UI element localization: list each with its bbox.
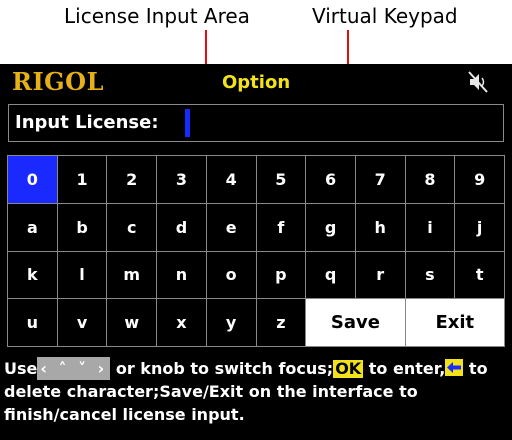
key-o[interactable]: o <box>206 251 256 299</box>
key-f[interactable]: f <box>256 203 306 251</box>
key-d[interactable]: d <box>157 203 206 251</box>
key-n[interactable]: n <box>157 251 206 299</box>
key-c[interactable]: c <box>107 203 157 251</box>
license-input-area-callout: License Input Area <box>64 4 250 28</box>
key-4[interactable]: 4 <box>206 156 256 203</box>
key-m[interactable]: m <box>107 251 157 299</box>
key-t[interactable]: t <box>455 251 504 299</box>
key-3[interactable]: 3 <box>157 156 206 203</box>
exit-button[interactable]: Exit <box>405 299 504 346</box>
help-focus-text: or knob to switch focus; <box>110 359 334 378</box>
help-text: Use ‹ ˄ ˅ › or knob to switch focus; OK to… <box>4 357 510 426</box>
license-label: Input License: <box>15 112 159 133</box>
help-use-text: Use <box>4 359 38 378</box>
key-q[interactable]: q <box>306 251 355 299</box>
key-7[interactable]: 7 <box>355 156 405 203</box>
key-1[interactable]: 1 <box>57 156 107 203</box>
backspace-key-icon <box>445 359 464 376</box>
key-g[interactable]: g <box>306 203 355 251</box>
key-x[interactable]: x <box>157 299 206 346</box>
instrument-screen: RIGOL Option Input License: 0 1 2 3 4 5 … <box>0 64 512 440</box>
menu-title: Option <box>222 72 291 93</box>
key-w[interactable]: w <box>107 299 157 346</box>
virtual-keypad-callout: Virtual Keypad <box>312 4 458 28</box>
key-6[interactable]: 6 <box>306 156 355 203</box>
key-r[interactable]: r <box>355 251 405 299</box>
key-e[interactable]: e <box>206 203 256 251</box>
help-enter-text: to enter, <box>363 359 446 378</box>
key-i[interactable]: i <box>405 203 455 251</box>
key-v[interactable]: v <box>57 299 107 346</box>
direction-keys-icon: ‹ ˄ ˅ › <box>37 357 111 380</box>
key-p[interactable]: p <box>256 251 306 299</box>
key-2[interactable]: 2 <box>107 156 157 203</box>
key-j[interactable]: j <box>455 203 504 251</box>
key-9[interactable]: 9 <box>455 156 504 203</box>
virtual-keypad: 0 1 2 3 4 5 6 7 8 9 a b c d e f g h i j … <box>7 155 505 347</box>
key-5[interactable]: 5 <box>256 156 306 203</box>
title-bar: RIGOL Option <box>0 64 512 100</box>
save-button[interactable]: Save <box>306 299 405 346</box>
speaker-muted-icon[interactable] <box>466 70 490 94</box>
key-0[interactable]: 0 <box>8 156 57 203</box>
key-h[interactable]: h <box>355 203 405 251</box>
key-s[interactable]: s <box>405 251 455 299</box>
key-b[interactable]: b <box>57 203 107 251</box>
text-cursor <box>185 109 190 137</box>
key-u[interactable]: u <box>8 299 57 346</box>
brand-logo: RIGOL <box>12 67 104 96</box>
key-8[interactable]: 8 <box>405 156 455 203</box>
key-l[interactable]: l <box>57 251 107 299</box>
ok-key-icon: OK <box>333 359 364 378</box>
key-a[interactable]: a <box>8 203 57 251</box>
license-input-area[interactable]: Input License: <box>8 104 504 142</box>
key-k[interactable]: k <box>8 251 57 299</box>
key-y[interactable]: y <box>206 299 256 346</box>
key-z[interactable]: z <box>256 299 306 346</box>
